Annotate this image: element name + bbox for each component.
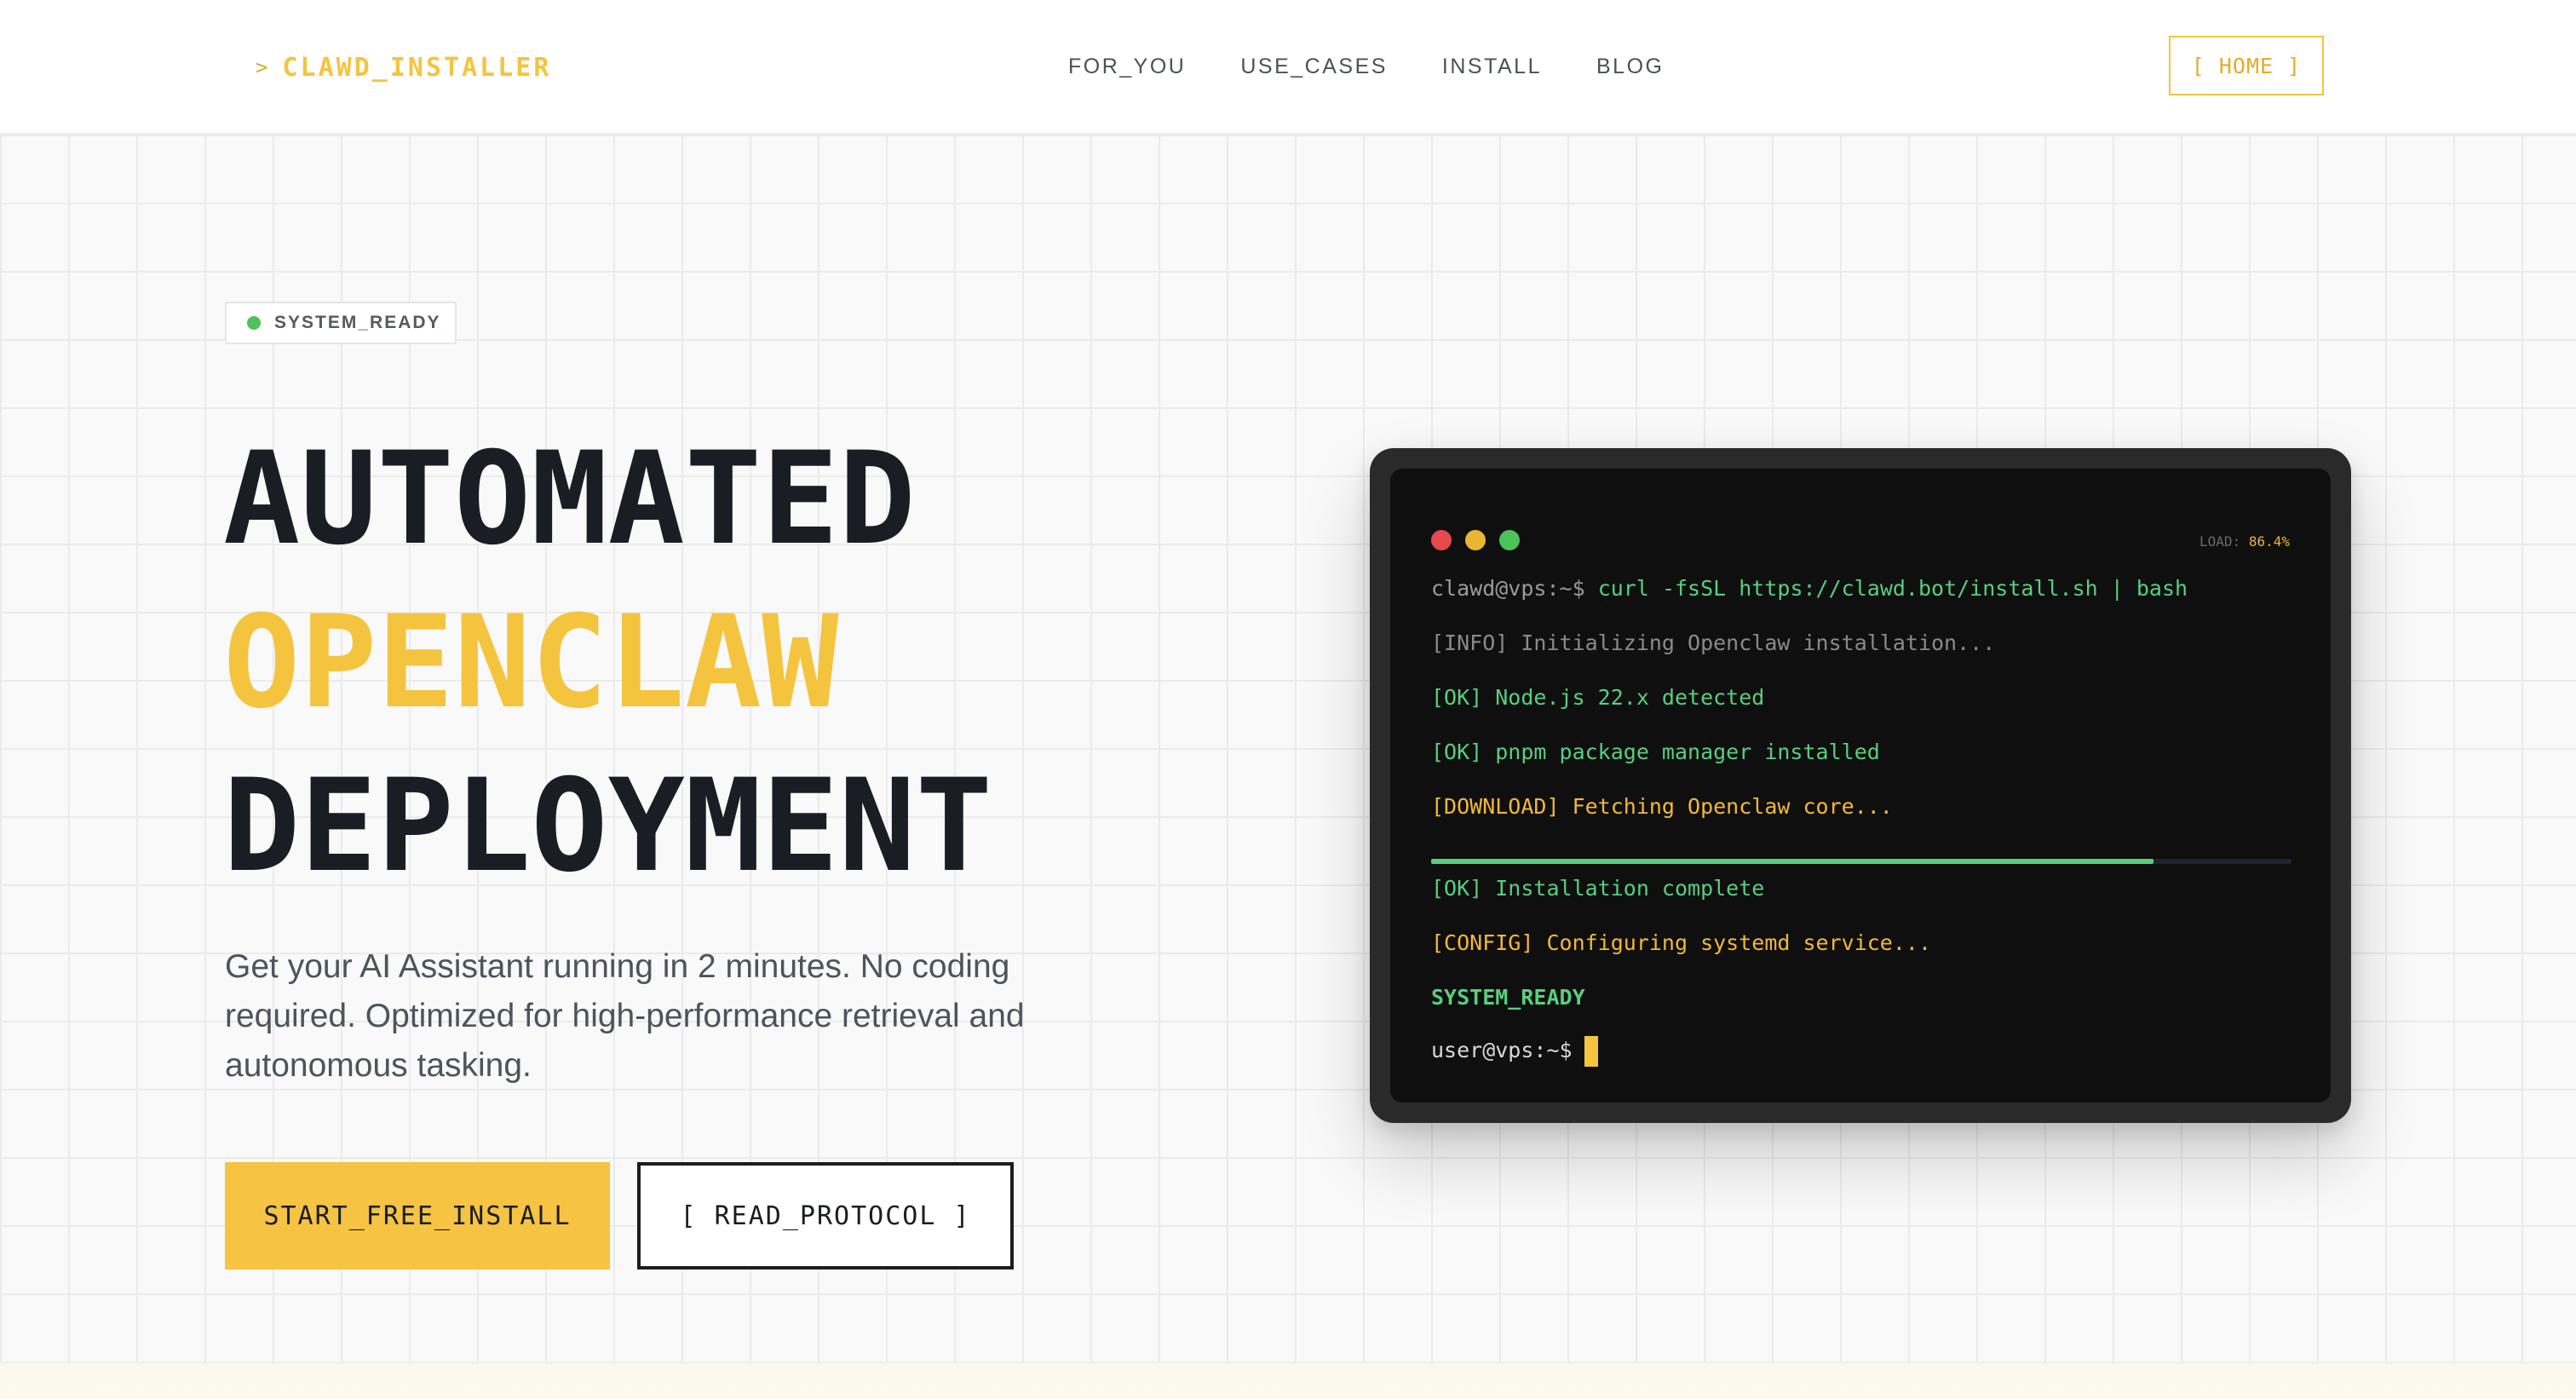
nav-link-for-you[interactable]: FOR_YOU bbox=[1068, 55, 1186, 79]
chevron-right-icon: > bbox=[256, 55, 271, 79]
load-value: 86.4% bbox=[2248, 533, 2290, 550]
terminal-command: curl -fsSL https://clawd.bot/install.sh … bbox=[1597, 576, 2188, 601]
headline-line-3: DEPLOYMENT bbox=[223, 752, 993, 901]
status-badge-label: SYSTEM_READY bbox=[274, 313, 441, 332]
terminal-command-line: clawd@vps:~$ curl -fsSL https://clawd.bo… bbox=[1431, 576, 2188, 601]
start-free-install-button[interactable]: START_FREE_INSTALL bbox=[225, 1162, 610, 1269]
terminal-prompt: clawd@vps:~$ bbox=[1431, 576, 1585, 601]
read-protocol-button[interactable]: [ READ_PROTOCOL ] bbox=[637, 1162, 1014, 1269]
terminal-line-config: [CONFIG] Configuring systemd service... bbox=[1431, 930, 1931, 955]
terminal-cursor-icon bbox=[1584, 1036, 1598, 1067]
maximize-dot-icon bbox=[1499, 530, 1520, 550]
headline-line-1: AUTOMATED bbox=[223, 425, 916, 573]
terminal-screen: LOAD: 86.4% clawd@vps:~$ curl -fsSL http… bbox=[1390, 469, 2331, 1103]
load-indicator: LOAD: 86.4% bbox=[2199, 533, 2290, 550]
status-badge: SYSTEM_READY bbox=[225, 302, 457, 344]
minimize-dot-icon bbox=[1465, 530, 1486, 550]
main-nav: FOR_YOU USE_CASES INSTALL BLOG bbox=[1068, 51, 1664, 82]
terminal-line-complete: [OK] Installation complete bbox=[1431, 876, 1765, 901]
download-progress-bar bbox=[1431, 859, 2291, 864]
terminal-line-pnpm: [OK] pnpm package manager installed bbox=[1431, 740, 1880, 764]
nav-link-install[interactable]: INSTALL bbox=[1442, 55, 1542, 79]
status-dot-icon bbox=[247, 316, 261, 330]
terminal-window: LOAD: 86.4% clawd@vps:~$ curl -fsSL http… bbox=[1370, 448, 2351, 1123]
logo[interactable]: > CLAWD_INSTALLER bbox=[256, 48, 551, 87]
terminal-line-info: [INFO] Initializing Openclaw installatio… bbox=[1431, 630, 1996, 655]
headline-line-2: OPENCLAW bbox=[223, 589, 839, 737]
hero-subtitle: Get your AI Assistant running in 2 minut… bbox=[225, 948, 1025, 1084]
download-progress-fill bbox=[1431, 859, 2154, 864]
terminal-input-line[interactable]: user@vps:~$ bbox=[1431, 1036, 1598, 1067]
nav-link-blog[interactable]: BLOG bbox=[1596, 55, 1664, 79]
terminal-line-ready: SYSTEM_READY bbox=[1431, 985, 1585, 1010]
section-divider bbox=[0, 1362, 2576, 1399]
logo-text: CLAWD_INSTALLER bbox=[282, 52, 552, 83]
terminal-line-download: [DOWNLOAD] Fetching Openclaw core... bbox=[1431, 794, 1893, 819]
home-button[interactable]: [ HOME ] bbox=[2169, 36, 2324, 95]
load-label: LOAD: bbox=[2199, 533, 2241, 550]
terminal-line-node: [OK] Node.js 22.x detected bbox=[1431, 685, 1765, 710]
site-header: > CLAWD_INSTALLER FOR_YOU USE_CASES INST… bbox=[0, 0, 2576, 135]
nav-link-use-cases[interactable]: USE_CASES bbox=[1240, 55, 1388, 79]
hero-headline: AUTOMATED OPENCLAW DEPLOYMENT bbox=[223, 417, 992, 908]
terminal-prompt-user: user@vps:~$ bbox=[1431, 1038, 1573, 1062]
window-controls bbox=[1431, 530, 1533, 550]
close-dot-icon bbox=[1431, 530, 1452, 550]
